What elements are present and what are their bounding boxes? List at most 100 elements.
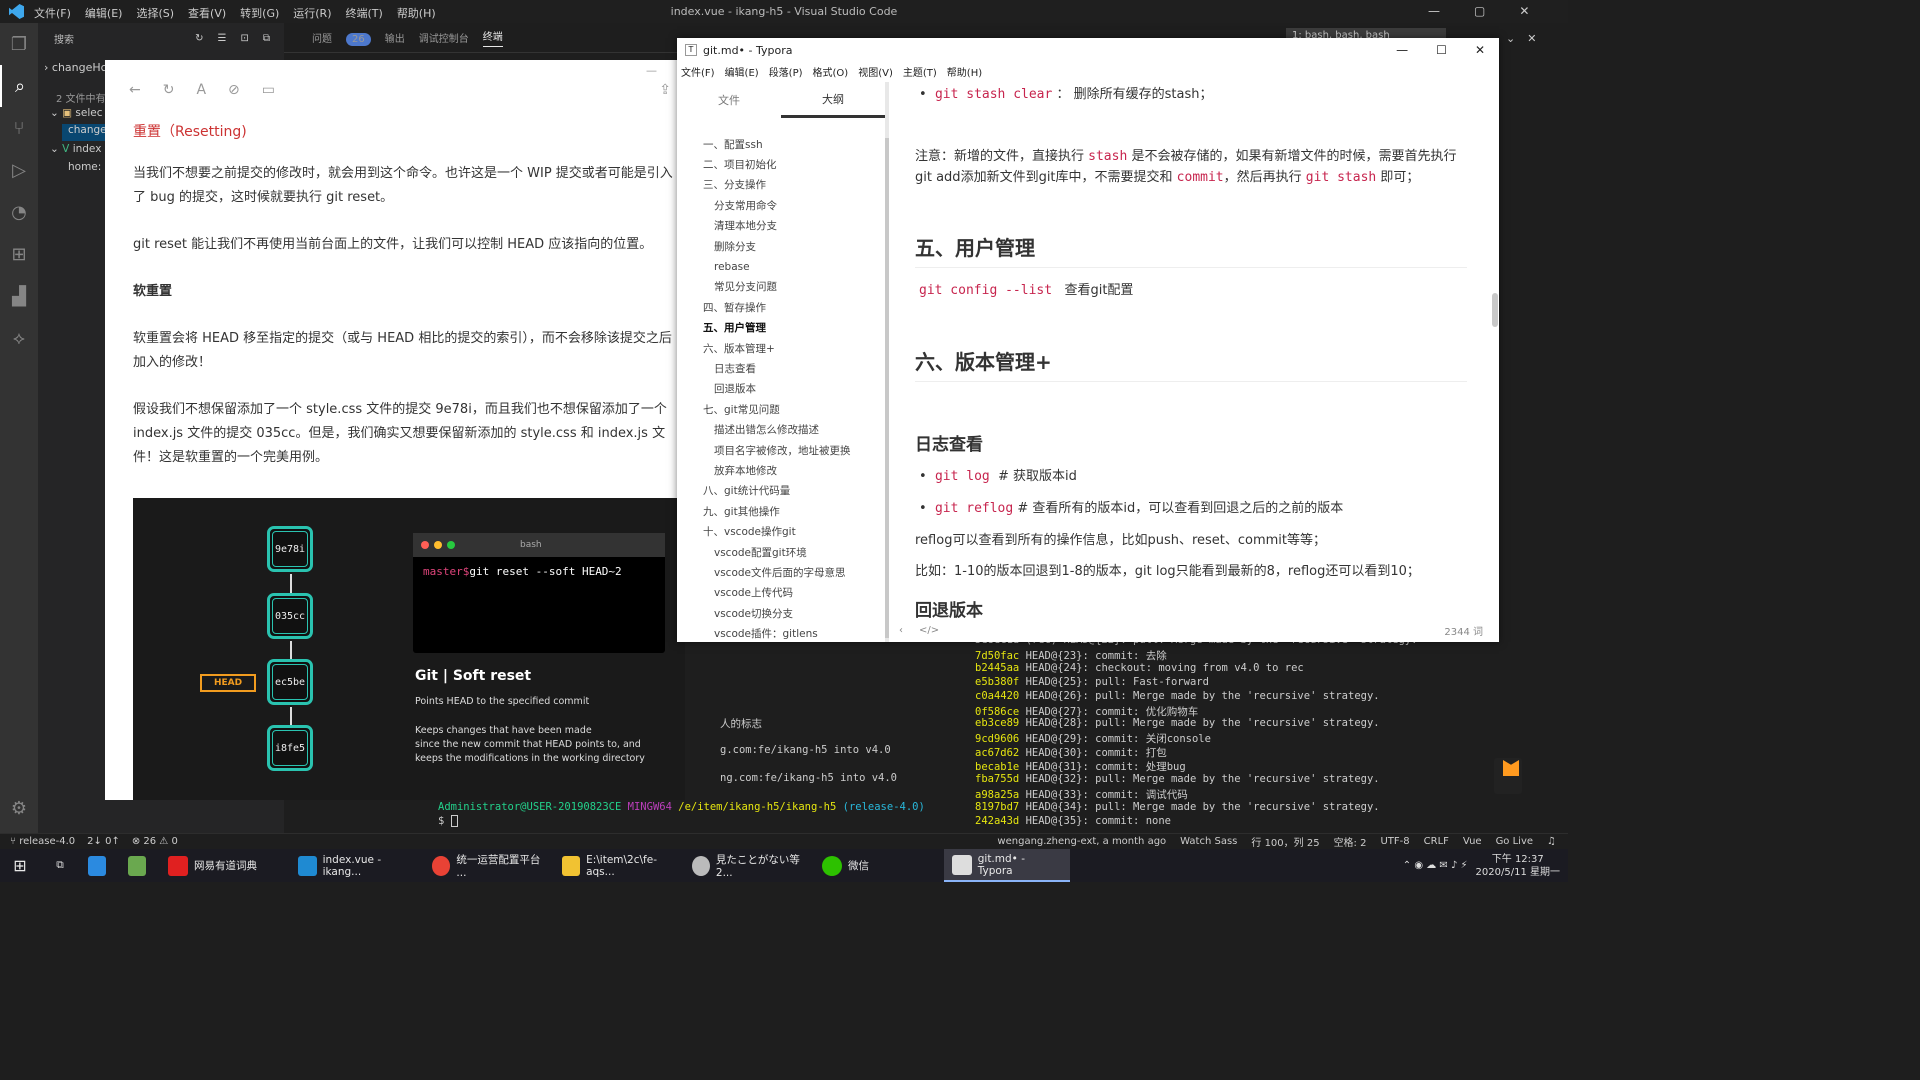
outline-item[interactable]: 九、git其他操作 xyxy=(677,501,885,521)
outline-item[interactable]: vscode配置git环境 xyxy=(677,542,885,562)
sync-status[interactable]: 2↓ 0↑ xyxy=(87,836,120,847)
outline-item[interactable]: 一、配置ssh xyxy=(677,134,885,154)
back-arrow-icon[interactable]: ← xyxy=(129,82,141,98)
outline-item[interactable]: vscode上传代码 xyxy=(677,583,885,603)
eol-status[interactable]: CRLF xyxy=(1424,836,1449,847)
git-blame-status[interactable]: wengang.zheng-ext, a month ago xyxy=(997,836,1166,847)
tab-debug-console[interactable]: 调试控制台 xyxy=(419,30,469,45)
minimize-icon[interactable]: — xyxy=(1396,43,1408,57)
taskbar-app-youdao[interactable]: 网易有道词典 xyxy=(160,849,290,882)
outline-item[interactable]: 四、暂存操作 xyxy=(677,297,885,317)
refresh-icon[interactable]: ↻ xyxy=(195,33,203,44)
new-search-editor-icon[interactable]: ⊡ xyxy=(240,33,248,44)
calendar-icon[interactable]: ▭ xyxy=(262,82,275,98)
timeline-icon[interactable]: ◔ xyxy=(0,191,38,233)
tab-terminal[interactable]: 终端 xyxy=(482,28,503,47)
outline-item[interactable]: 二、项目初始化 xyxy=(677,154,885,174)
remote-icon[interactable]: ▟ xyxy=(0,275,38,317)
language-status[interactable]: Vue xyxy=(1463,836,1482,847)
source-control-icon[interactable]: ⑂ xyxy=(0,107,38,149)
outline-item[interactable]: vscode文件后面的字母意思 xyxy=(677,562,885,582)
chevron-left-icon[interactable]: ‹ xyxy=(899,625,903,636)
menu-item[interactable]: 文件(F) xyxy=(681,64,715,79)
branch-status[interactable]: ⑂ release-4.0 xyxy=(10,836,75,847)
menu-item[interactable]: 帮助(H) xyxy=(947,64,982,79)
extensions-icon[interactable]: ⊞ xyxy=(0,233,38,275)
run-debug-icon[interactable]: ▷ xyxy=(0,149,38,191)
menu-item[interactable]: 视图(V) xyxy=(858,64,893,79)
menu-item[interactable]: 编辑(E) xyxy=(725,64,759,79)
task-view-icon[interactable]: ⧉ xyxy=(40,849,80,882)
collapse-all-icon[interactable]: ⧉ xyxy=(263,33,270,44)
tab-problems[interactable]: 问题 26 xyxy=(298,30,371,46)
outline-item[interactable]: 三、分支操作 xyxy=(677,175,885,195)
problems-status[interactable]: ⊗ 26 ⚠ 0 xyxy=(132,836,178,847)
menu-item[interactable]: 段落(P) xyxy=(769,64,803,79)
result-file-row[interactable]: ⌄ ▣ selec xyxy=(50,107,103,119)
live-share-icon[interactable]: ⟡ xyxy=(0,317,38,359)
clear-results-icon[interactable]: ☰ xyxy=(218,33,227,44)
outline-item[interactable]: 日志查看 xyxy=(677,358,885,378)
outline-item[interactable]: 常见分支问题 xyxy=(677,277,885,297)
word-count[interactable]: 2344 词 xyxy=(1444,623,1483,638)
sidebar-scrollbar[interactable] xyxy=(885,138,889,638)
menu-item[interactable]: 格式(O) xyxy=(813,64,849,79)
outline-item[interactable]: rebase xyxy=(677,256,885,276)
notifications-bell-icon[interactable]: ♫ xyxy=(1547,836,1556,847)
outline-item[interactable]: 分支常用命令 xyxy=(677,195,885,215)
outline-item[interactable]: vscode插件：gitlens xyxy=(677,623,885,643)
tray-icons[interactable]: ⌃ ◉ ☁ ✉ ♪ ⚡ xyxy=(1403,860,1468,871)
source-code-toggle-icon[interactable]: </> xyxy=(919,625,939,636)
menu-item[interactable]: 主题(T) xyxy=(903,64,937,79)
outline-item[interactable]: 描述出错怎么修改描述 xyxy=(677,419,885,439)
search-input[interactable]: changeHc xyxy=(52,61,107,74)
go-live-status[interactable]: Go Live xyxy=(1496,836,1533,847)
outline-item[interactable]: 八、git统计代码量 xyxy=(677,481,885,501)
clock[interactable]: 下午 12:37 2020/5/11 星期一 xyxy=(1476,853,1560,879)
taskbar-app-video[interactable]: 見たことがない等2... xyxy=(684,849,814,882)
editor-scrollbar[interactable] xyxy=(1492,293,1498,327)
tab-output[interactable]: 输出 xyxy=(385,30,405,45)
outline-item[interactable]: 七、git常见问题 xyxy=(677,399,885,419)
encoding-status[interactable]: UTF-8 xyxy=(1380,836,1409,847)
taskbar-app-typora[interactable]: git.md• - Typora xyxy=(944,849,1070,882)
taskbar-app-wechat[interactable]: 微信 xyxy=(814,849,944,882)
maximize-icon[interactable]: ☐ xyxy=(1436,43,1447,57)
search-input-row[interactable]: › changeHc xyxy=(44,61,107,74)
taskbar-app-vscode[interactable]: index.vue - ikang... xyxy=(290,849,424,882)
close-icon[interactable]: ✕ xyxy=(1519,4,1529,18)
outline-item[interactable]: vscode切换分支 xyxy=(677,603,885,623)
indent-status[interactable]: 空格: 2 xyxy=(1334,834,1367,849)
chevron-down-icon[interactable]: ⌄ xyxy=(1506,32,1515,45)
outline-item[interactable]: 五、用户管理 xyxy=(677,318,885,338)
outline-item[interactable]: 项目名字被修改，地址被更换 xyxy=(677,440,885,460)
outline-item[interactable]: 放弃本地修改 xyxy=(677,460,885,480)
reload-icon[interactable]: ↻ xyxy=(163,82,175,98)
outline-item[interactable]: 清理本地分支 xyxy=(677,216,885,236)
watch-sass-status[interactable]: Watch Sass xyxy=(1180,836,1237,847)
windows-start-icon[interactable]: ⊞ xyxy=(0,849,40,882)
outline-item[interactable]: 十、vscode操作git xyxy=(677,521,885,541)
close-icon[interactable]: ✕ xyxy=(1475,43,1485,57)
settings-gear-icon[interactable]: ⚙ xyxy=(0,787,38,829)
typora-editor[interactable]: • git stash clear ： 删除所有缓存的stash； 注意：新增的… xyxy=(915,82,1475,622)
link-icon[interactable]: ⊘ xyxy=(228,82,240,98)
search-icon[interactable]: ⌕ xyxy=(0,65,38,107)
result-file-row[interactable]: ⌄ V index xyxy=(50,143,101,155)
taskbar-app-explorer[interactable]: E:\item\2c\fe-aqs... xyxy=(554,849,684,882)
result-match-line[interactable]: home: ' xyxy=(68,161,108,173)
minimize-icon[interactable]: — xyxy=(1428,4,1440,18)
folder-pinned-icon[interactable] xyxy=(80,849,120,882)
font-size-icon[interactable]: A xyxy=(196,82,206,98)
outline-item[interactable]: 删除分支 xyxy=(677,236,885,256)
cursor-position-status[interactable]: 行 100，列 25 xyxy=(1251,834,1319,849)
tab-outline[interactable]: 大纲 xyxy=(781,82,885,118)
close-panel-icon[interactable]: ✕ xyxy=(1527,32,1536,45)
share-icon[interactable]: ⇪ xyxy=(659,82,671,98)
explorer-icon[interactable]: ❐ xyxy=(0,23,38,65)
maximize-icon[interactable]: ▢ xyxy=(1474,4,1485,18)
minimize-icon[interactable]: — xyxy=(646,64,657,77)
tab-files[interactable]: 文件 xyxy=(677,82,781,118)
outline-item[interactable]: 六、版本管理+ xyxy=(677,338,885,358)
notepad-pinned-icon[interactable] xyxy=(120,849,160,882)
